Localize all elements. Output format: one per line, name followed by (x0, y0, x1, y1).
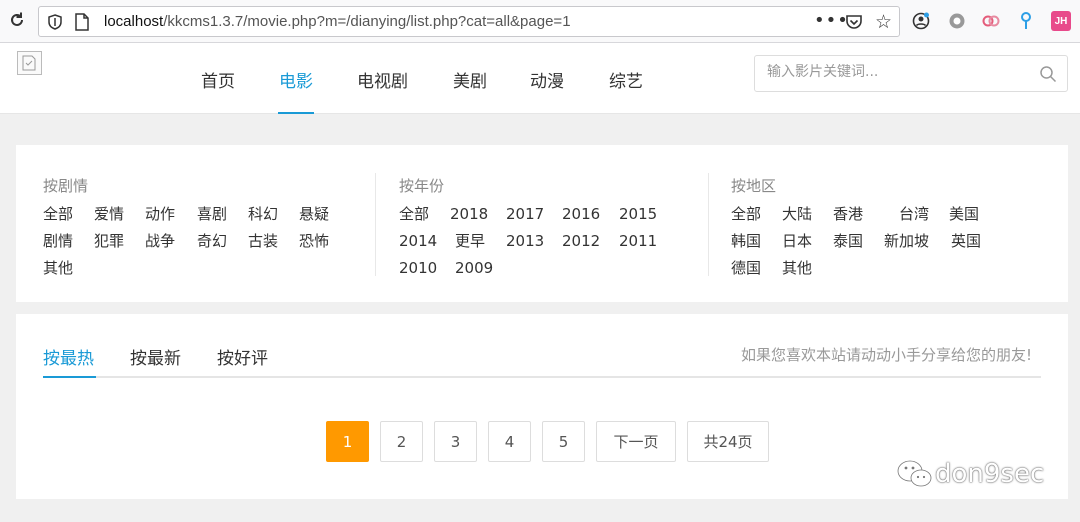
filter-option[interactable]: 美国 (949, 203, 979, 224)
reload-icon[interactable] (6, 9, 28, 31)
filter-option[interactable]: 爱情 (94, 203, 145, 224)
filter-option[interactable]: 英国 (951, 230, 981, 251)
tab-top-rated[interactable]: 按好评 (217, 344, 268, 369)
total-pages-label: 共24页 (687, 421, 769, 462)
genre-row: 全部 爱情 动作 喜剧 科幻 悬疑 (43, 200, 329, 227)
filter-option[interactable]: 2013 (506, 232, 562, 250)
filter-option[interactable]: 喜剧 (197, 203, 248, 224)
pocket-icon[interactable] (845, 13, 863, 35)
tab-newest[interactable]: 按最新 (130, 344, 181, 369)
filter-option[interactable]: 泰国 (833, 230, 884, 251)
filter-option[interactable]: 2011 (619, 232, 657, 250)
region-row: 全部 大陆 香港 台湾 美国 (731, 200, 981, 227)
location-pin-icon[interactable] (1016, 11, 1036, 31)
nav-item-tv[interactable]: 电视剧 (357, 67, 408, 92)
filter-option[interactable]: 大陆 (782, 203, 833, 224)
filter-option[interactable]: 战争 (145, 230, 197, 251)
year-row: 2010 2009 (399, 254, 657, 281)
filter-option[interactable]: 香港 (833, 203, 899, 224)
nav-active-indicator (278, 112, 314, 114)
search-box[interactable] (754, 55, 1068, 92)
region-filter: 按地区 全部 大陆 香港 台湾 美国 韩国 日本 泰国 新加坡 英国 德国 其他 (731, 175, 981, 281)
filter-option[interactable]: 犯罪 (94, 230, 145, 251)
next-page-button[interactable]: 下一页 (596, 421, 676, 462)
filter-option[interactable]: 2010 (399, 259, 455, 277)
account-icon[interactable] (911, 11, 931, 31)
genre-filter: 按剧情 全部 爱情 动作 喜剧 科幻 悬疑 剧情 犯罪 战争 奇幻 古装 恐怖 … (43, 175, 329, 281)
more-actions-icon[interactable]: ••• (814, 10, 849, 31)
year-row: 2014 更早 2013 2012 2011 (399, 227, 657, 254)
filter-option[interactable]: 2009 (455, 259, 493, 277)
bookmark-star-icon[interactable]: ☆ (875, 11, 892, 33)
shield-icon[interactable] (47, 14, 63, 30)
filter-option[interactable]: 科幻 (248, 203, 299, 224)
region-row: 韩国 日本 泰国 新加坡 英国 (731, 227, 981, 254)
browser-toolbar: localhost/kkcms1.3.7/movie.php?m=/dianyi… (0, 0, 1080, 43)
filter-option[interactable]: 台湾 (899, 203, 949, 224)
tab-divider (43, 376, 1041, 378)
address-bar[interactable]: localhost/kkcms1.3.7/movie.php?m=/dianyi… (38, 6, 900, 37)
year-filter-title: 按年份 (399, 177, 445, 195)
page-icon (75, 13, 91, 31)
filter-option[interactable]: 全部 (731, 203, 782, 224)
filter-option[interactable]: 剧情 (43, 230, 94, 251)
page-button-2[interactable]: 2 (380, 421, 423, 462)
column-divider (708, 173, 709, 276)
genre-row: 剧情 犯罪 战争 奇幻 古装 恐怖 (43, 227, 329, 254)
nav-item-movies[interactable]: 电影 (279, 67, 313, 92)
filter-option[interactable]: 2016 (562, 205, 619, 223)
page-button-4[interactable]: 4 (488, 421, 531, 462)
filter-option[interactable]: 古装 (248, 230, 299, 251)
nav-item-us-drama[interactable]: 美剧 (453, 67, 487, 92)
filter-option[interactable]: 日本 (782, 230, 833, 251)
url-host: localhost (104, 13, 164, 30)
page-button-3[interactable]: 3 (434, 421, 477, 462)
page-button-1[interactable]: 1 (326, 421, 369, 462)
filter-option[interactable]: 2014 (399, 232, 455, 250)
filter-option[interactable]: 2017 (506, 205, 562, 223)
url-text[interactable]: localhost/kkcms1.3.7/movie.php?m=/dianyi… (104, 13, 571, 30)
column-divider (375, 173, 376, 276)
profile-avatar-icon[interactable]: JH (1051, 11, 1071, 31)
filter-option[interactable]: 恐怖 (299, 230, 329, 251)
genre-row: 其他 (43, 254, 329, 281)
page-button-5[interactable]: 5 (542, 421, 585, 462)
share-message: 如果您喜欢本站请动动小手分享给您的朋友! (740, 346, 1032, 364)
filter-option[interactable]: 德国 (731, 257, 782, 278)
year-row: 全部 2018 2017 2016 2015 (399, 200, 657, 227)
extension-link-icon[interactable] (981, 11, 1001, 31)
filter-option[interactable]: 悬疑 (299, 203, 329, 224)
record-icon[interactable] (947, 11, 967, 31)
filter-option[interactable]: 2018 (450, 205, 506, 223)
tab-active-indicator (43, 376, 96, 378)
filter-option[interactable]: 全部 (399, 203, 450, 224)
filter-option[interactable]: 全部 (43, 203, 94, 224)
filter-panel: 按剧情 全部 爱情 动作 喜剧 科幻 悬疑 剧情 犯罪 战争 奇幻 古装 恐怖 … (16, 145, 1068, 302)
genre-filter-title: 按剧情 (43, 177, 89, 195)
watermark: don9sec (895, 458, 1044, 490)
url-path: /kkcms1.3.7/movie.php?m=/dianying/list.p… (163, 13, 571, 30)
year-filter: 按年份 全部 2018 2017 2016 2015 2014 更早 2013 … (399, 175, 657, 281)
filter-option[interactable]: 新加坡 (884, 230, 951, 251)
filter-option[interactable]: 动作 (145, 203, 197, 224)
broken-logo-icon[interactable] (17, 51, 42, 75)
region-filter-title: 按地区 (731, 177, 777, 195)
search-input[interactable] (767, 64, 1027, 80)
tab-hottest[interactable]: 按最热 (43, 344, 94, 369)
filter-option[interactable]: 2015 (619, 205, 657, 223)
filter-option[interactable]: 韩国 (731, 230, 782, 251)
filter-option[interactable]: 更早 (455, 230, 506, 251)
nav-item-home[interactable]: 首页 (201, 67, 235, 92)
filter-option[interactable]: 其他 (782, 257, 812, 278)
filter-option[interactable]: 奇幻 (197, 230, 248, 251)
site-header: 首页 电影 电视剧 美剧 动漫 综艺 (0, 43, 1080, 114)
search-icon[interactable] (1039, 65, 1057, 83)
region-row: 德国 其他 (731, 254, 981, 281)
filter-option[interactable]: 其他 (43, 257, 73, 278)
wechat-icon (896, 459, 932, 487)
nav-item-variety[interactable]: 综艺 (609, 67, 643, 92)
filter-option[interactable]: 2012 (562, 232, 619, 250)
nav-item-anime[interactable]: 动漫 (530, 67, 564, 92)
watermark-text: don9sec (935, 459, 1045, 489)
